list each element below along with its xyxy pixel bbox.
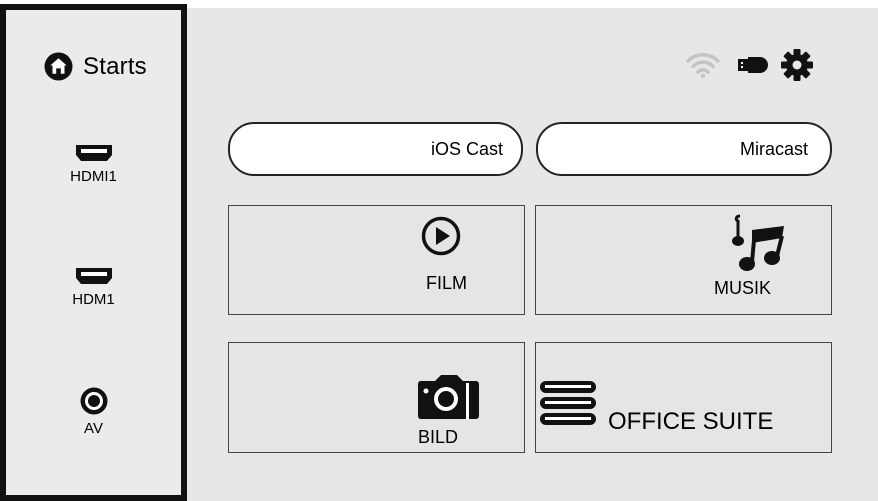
play-circle-icon [421, 216, 461, 256]
bild-label: BILD [418, 427, 459, 447]
sidebar-item-label: HDMI1 [70, 168, 117, 185]
source-sidebar: Starts HDMI1 HDM1 AV [0, 4, 187, 501]
document-stack-icon [540, 381, 596, 425]
sidebar-home-label: Starts [83, 52, 147, 80]
sidebar-item-label: HDM1 [72, 291, 115, 308]
office-suite-label: OFFICE SUITE [608, 408, 774, 435]
sidebar-item-label: AV [84, 420, 103, 437]
film-tile[interactable]: FILM [228, 205, 525, 315]
usb-drive-icon [738, 57, 768, 73]
sidebar-item-hdmi2[interactable]: HDM1 [6, 265, 181, 308]
status-bar [684, 48, 814, 82]
settings-gear-icon[interactable] [780, 48, 814, 82]
bild-tile[interactable]: BILD [228, 342, 525, 453]
home-icon [44, 52, 73, 81]
musik-label: MUSIK [714, 278, 772, 298]
miracast-label: Miracast [739, 138, 808, 159]
miracast-button[interactable]: Miracast [536, 122, 832, 176]
film-label: FILM [426, 273, 468, 293]
hdmi-port-icon [75, 268, 112, 284]
musik-tile[interactable]: MUSIK [535, 205, 832, 315]
camera-icon [418, 375, 479, 419]
ios-cast-label: iOS Cast [430, 138, 503, 159]
sidebar-item-av[interactable]: AV [6, 386, 181, 437]
sidebar-item-home[interactable]: Starts [44, 52, 174, 81]
sidebar-item-hdmi1[interactable]: HDMI1 [6, 142, 181, 185]
music-notes-icon [732, 214, 784, 271]
hdmi-port-icon [75, 145, 112, 161]
ios-cast-button[interactable]: iOS Cast [228, 122, 523, 176]
launcher-screen: Starts HDMI1 HDM1 AV iOS Cast Miracast F… [0, 0, 878, 501]
office-suite-tile[interactable]: OFFICE SUITE [535, 342, 832, 453]
wifi-icon [686, 53, 720, 79]
av-jack-icon [80, 387, 107, 415]
